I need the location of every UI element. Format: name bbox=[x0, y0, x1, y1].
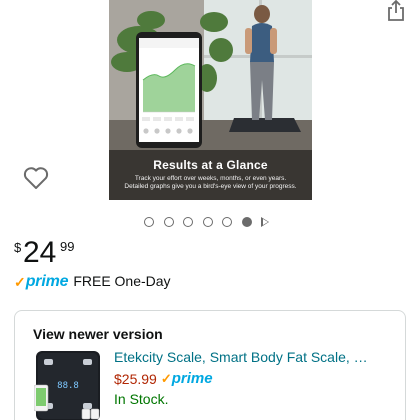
image-caption: Results at a Glance Track your effort ov… bbox=[109, 158, 312, 191]
prime-wordmark: prime bbox=[25, 273, 69, 290]
prime-delivery: ✓ prime FREE One-Day bbox=[14, 271, 171, 291]
delivery-text: FREE One-Day bbox=[73, 273, 171, 289]
newer-version-price-row: $25.99 ✓ prime bbox=[114, 369, 213, 389]
video-play-icon[interactable] bbox=[261, 217, 269, 227]
availability-status: In Stock. bbox=[114, 391, 169, 407]
price-fraction: 99 bbox=[60, 239, 75, 254]
newer-version-title-link[interactable]: Etekcity Scale, Smart Body Fat Scale, … bbox=[114, 349, 390, 365]
carousel-dot[interactable] bbox=[183, 217, 193, 227]
image-caption-title: Results at a Glance bbox=[153, 158, 268, 172]
carousel-dot[interactable] bbox=[222, 217, 232, 227]
heart-icon[interactable] bbox=[23, 166, 49, 190]
image-caption-line-2: Detailed graphs give you a bird's-eye vi… bbox=[124, 183, 297, 190]
newer-version-thumbnail[interactable]: 88.8 bbox=[33, 351, 100, 420]
prime-logo: ✓ prime bbox=[14, 272, 69, 291]
image-caption-subtitle: Track your effort over weeks, months, or… bbox=[109, 175, 312, 191]
carousel-dot[interactable] bbox=[144, 217, 154, 227]
product-page: Results at a Glance Track your effort ov… bbox=[0, 0, 420, 420]
prime-check-icon: ✓ bbox=[14, 274, 26, 290]
svg-text:88.8: 88.8 bbox=[57, 381, 79, 391]
carousel-dot-active[interactable] bbox=[241, 217, 252, 227]
image-caption-line-1: Track your effort over weeks, months, or… bbox=[134, 175, 287, 182]
price-whole: 24 bbox=[23, 236, 57, 269]
prime-check-icon: ✓ bbox=[160, 371, 172, 386]
prime-wordmark: prime bbox=[171, 370, 213, 387]
image-carousel-indicator[interactable] bbox=[144, 216, 269, 228]
carousel-dot[interactable] bbox=[202, 217, 213, 227]
newer-version-heading: View newer version bbox=[33, 326, 163, 342]
newer-version-price: $25.99 bbox=[114, 371, 157, 387]
product-image[interactable]: Results at a Glance Track your effort ov… bbox=[109, 0, 312, 200]
share-icon[interactable] bbox=[386, 0, 406, 22]
newer-version-card[interactable]: View newer version 88.8 Etekcity Scale, … bbox=[14, 310, 406, 420]
price-currency-symbol: $ bbox=[14, 240, 22, 255]
carousel-dot[interactable] bbox=[163, 217, 174, 227]
